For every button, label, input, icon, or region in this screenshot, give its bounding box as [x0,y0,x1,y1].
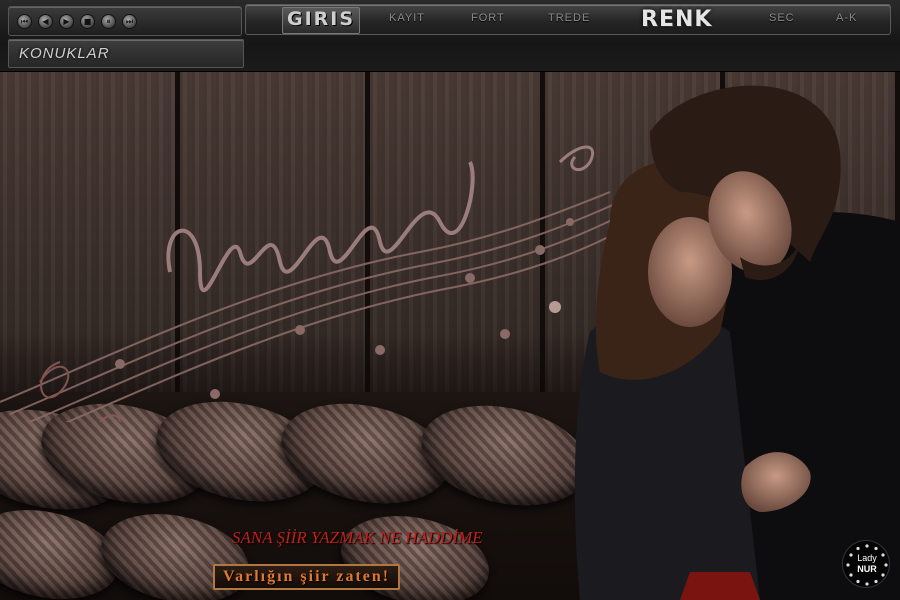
menu-item-trede[interactable]: TREDE [548,12,590,24]
menu-item-kayit[interactable]: KAYIT [389,12,425,24]
menu-item-renk[interactable]: RENK [641,7,712,32]
menu-item-giris[interactable]: GIRIS [282,7,361,34]
media-player: ⏮ ◀ ▶ ■ ⏸ ⏭ [8,6,242,36]
play-icon[interactable]: ▶ [59,13,74,29]
stop-icon[interactable]: ■ [80,13,95,29]
main-menu: GIRIS KAYIT FORT TREDE RENK SEC A-K [245,4,891,35]
previous-icon[interactable]: ⏮ [17,13,32,29]
couple-photo [574,85,900,600]
music-staff-decoration [0,145,626,422]
banner-image: SANA ŞİİR YAZMAK NE HADDİME Varlığın şii… [0,72,900,600]
next-icon[interactable]: ⏭ [122,13,137,29]
guests-panel-label: KONUKLAR [19,45,110,62]
menu-item-sec[interactable]: SEC [769,12,795,24]
guests-panel[interactable]: KONUKLAR [8,39,244,68]
menu-item-ak[interactable]: A-K [836,12,857,24]
top-toolbar: ⏮ ◀ ▶ ■ ⏸ ⏭ KONUKLAR GIRIS KAYIT FORT TR… [0,0,900,72]
stars-ring-icon: Lady NUR [842,540,890,588]
watermark-line-2: NUR [857,564,877,574]
rewind-icon[interactable]: ◀ [38,13,53,29]
menu-item-fort[interactable]: FORT [471,12,505,24]
poem-line-2: Varlığın şiir zaten! [213,564,401,590]
pause-icon[interactable]: ⏸ [101,13,116,29]
watermark-line-1: Lady [857,553,877,563]
poem-line-1: SANA ŞİİR YAZMAK NE HADDİME [232,528,483,547]
